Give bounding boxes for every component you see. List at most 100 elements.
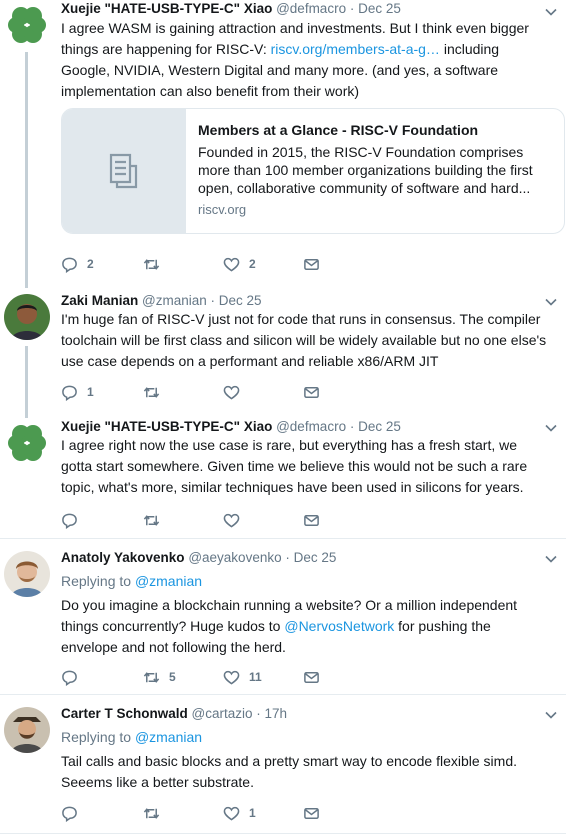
- tweet-text: I agree WASM is gaining attraction and i…: [61, 18, 551, 102]
- mail-icon: [304, 807, 319, 819]
- avatar[interactable]: [4, 2, 50, 48]
- document-icon: [109, 153, 138, 189]
- heart-icon: [223, 257, 240, 272]
- reply-button[interactable]: [61, 510, 87, 530]
- timestamp[interactable]: Dec 25: [219, 293, 262, 308]
- avatar[interactable]: [4, 551, 50, 597]
- reply-button[interactable]: [61, 667, 87, 687]
- tweet-text: I'm huge fan of RISC-V just not for code…: [61, 311, 547, 369]
- retweet-button[interactable]: [143, 803, 169, 823]
- reply-icon: [62, 513, 77, 529]
- tweet-text: I agree right now the use case is rare, …: [61, 437, 528, 495]
- retweet-icon: [143, 807, 160, 819]
- like-count: 2: [249, 257, 256, 271]
- tweet[interactable]: Anatoly Yakovenko @aeyakovenko · Dec 25 …: [0, 539, 566, 694]
- separator-dot: ·: [346, 1, 359, 16]
- timestamp[interactable]: Dec 25: [358, 1, 401, 16]
- tweet[interactable]: Zaki Manian @zmanian · Dec 25 I'm huge f…: [0, 288, 566, 414]
- message-button[interactable]: [303, 803, 329, 823]
- author-name[interactable]: Xuejie "HATE-USB-TYPE-C" Xiao: [61, 419, 272, 434]
- like-count: 1: [249, 806, 256, 820]
- message-button[interactable]: [303, 254, 329, 274]
- clover-avatar-icon: [4, 2, 50, 48]
- clover-avatar-icon: [4, 420, 50, 466]
- retweet-icon: [143, 671, 160, 683]
- reply-icon: [62, 257, 77, 273]
- separator-dot: ·: [252, 706, 265, 721]
- like-button[interactable]: 1: [223, 803, 256, 823]
- retweet-button[interactable]: [143, 254, 169, 274]
- message-button[interactable]: [303, 510, 329, 530]
- like-count: 11: [249, 670, 262, 684]
- author-handle[interactable]: @defmacro: [276, 1, 346, 16]
- tweet-link[interactable]: riscv.org/members-at-a-g…: [271, 41, 440, 57]
- retweet-button[interactable]: 5: [143, 667, 176, 687]
- author-handle[interactable]: @aeyakovenko: [188, 550, 281, 565]
- reply-count: 2: [87, 257, 94, 271]
- like-button[interactable]: 11: [223, 667, 262, 687]
- heart-icon: [223, 385, 240, 400]
- timestamp[interactable]: 17h: [265, 706, 288, 721]
- timestamp[interactable]: Dec 25: [358, 419, 401, 434]
- person-avatar-icon: [4, 707, 50, 753]
- replying-to-link[interactable]: @zmanian: [135, 729, 202, 745]
- tweet[interactable]: Xuejie "HATE-USB-TYPE-C" Xiao @defmacro …: [0, 414, 566, 538]
- separator-dot: ·: [281, 550, 294, 565]
- reply-button[interactable]: 1: [61, 382, 94, 402]
- mail-icon: [304, 258, 319, 270]
- tweet[interactable]: Xuejie "HATE-USB-TYPE-C" Xiao @defmacro …: [0, 0, 566, 282]
- chevron-down-icon[interactable]: [544, 708, 558, 722]
- like-button[interactable]: 2: [223, 254, 256, 274]
- reply-icon: [62, 806, 77, 822]
- author-handle[interactable]: @cartazio: [192, 706, 253, 721]
- separator-dot: ·: [346, 419, 359, 434]
- retweet-button[interactable]: [143, 382, 169, 402]
- card-image: [62, 109, 186, 233]
- person-avatar-icon: [4, 294, 50, 340]
- replying-to: Replying to @zmanian: [61, 729, 202, 745]
- author-name[interactable]: Xuejie "HATE-USB-TYPE-C" Xiao: [61, 1, 272, 16]
- reply-button[interactable]: 2: [61, 254, 94, 274]
- heart-icon: [223, 670, 240, 685]
- author-name[interactable]: Anatoly Yakovenko: [61, 550, 185, 565]
- chevron-down-icon[interactable]: [544, 295, 558, 309]
- tweet-text: Tail calls and basic blocks and a pretty…: [61, 753, 517, 790]
- message-button[interactable]: [303, 667, 329, 687]
- replying-to-link[interactable]: @zmanian: [135, 573, 202, 589]
- retweet-button[interactable]: [143, 510, 169, 530]
- author-handle[interactable]: @defmacro: [276, 419, 346, 434]
- reply-button[interactable]: [61, 803, 87, 823]
- author-name[interactable]: Carter T Schonwald: [61, 706, 188, 721]
- author-name[interactable]: Zaki Manian: [61, 293, 138, 308]
- replying-prefix: Replying to: [61, 573, 135, 589]
- avatar[interactable]: [4, 707, 50, 753]
- avatar[interactable]: [4, 420, 50, 466]
- chevron-down-icon[interactable]: [544, 5, 558, 19]
- person-avatar-icon: [4, 551, 50, 597]
- chevron-down-icon[interactable]: [544, 552, 558, 566]
- tweet[interactable]: Carter T Schonwald @cartazio · 17h Reply…: [0, 695, 566, 834]
- heart-icon: [223, 806, 240, 821]
- author-handle[interactable]: @zmanian: [142, 293, 207, 308]
- like-button[interactable]: [223, 382, 249, 402]
- heart-icon: [223, 513, 240, 528]
- message-button[interactable]: [303, 382, 329, 402]
- mail-icon: [304, 671, 319, 683]
- timestamp[interactable]: Dec 25: [294, 550, 337, 565]
- tweet-text: Do you imagine a blockchain running a we…: [61, 595, 551, 658]
- avatar[interactable]: [4, 294, 50, 340]
- mail-icon: [304, 386, 319, 398]
- retweet-icon: [143, 258, 160, 270]
- reply-icon: [62, 385, 77, 401]
- mention-link[interactable]: @NervosNetwork: [284, 618, 394, 634]
- link-card[interactable]: Members at a Glance - RISC-V Foundation …: [61, 108, 565, 234]
- chevron-down-icon[interactable]: [544, 421, 558, 435]
- retweet-icon: [143, 386, 160, 398]
- replying-to: Replying to @zmanian: [61, 573, 202, 589]
- mail-icon: [304, 514, 319, 526]
- like-button[interactable]: [223, 510, 249, 530]
- reply-icon: [62, 670, 77, 686]
- card-domain: riscv.org: [198, 202, 247, 217]
- card-title[interactable]: Members at a Glance - RISC-V Foundation: [198, 121, 554, 139]
- retweet-count: 5: [169, 670, 176, 684]
